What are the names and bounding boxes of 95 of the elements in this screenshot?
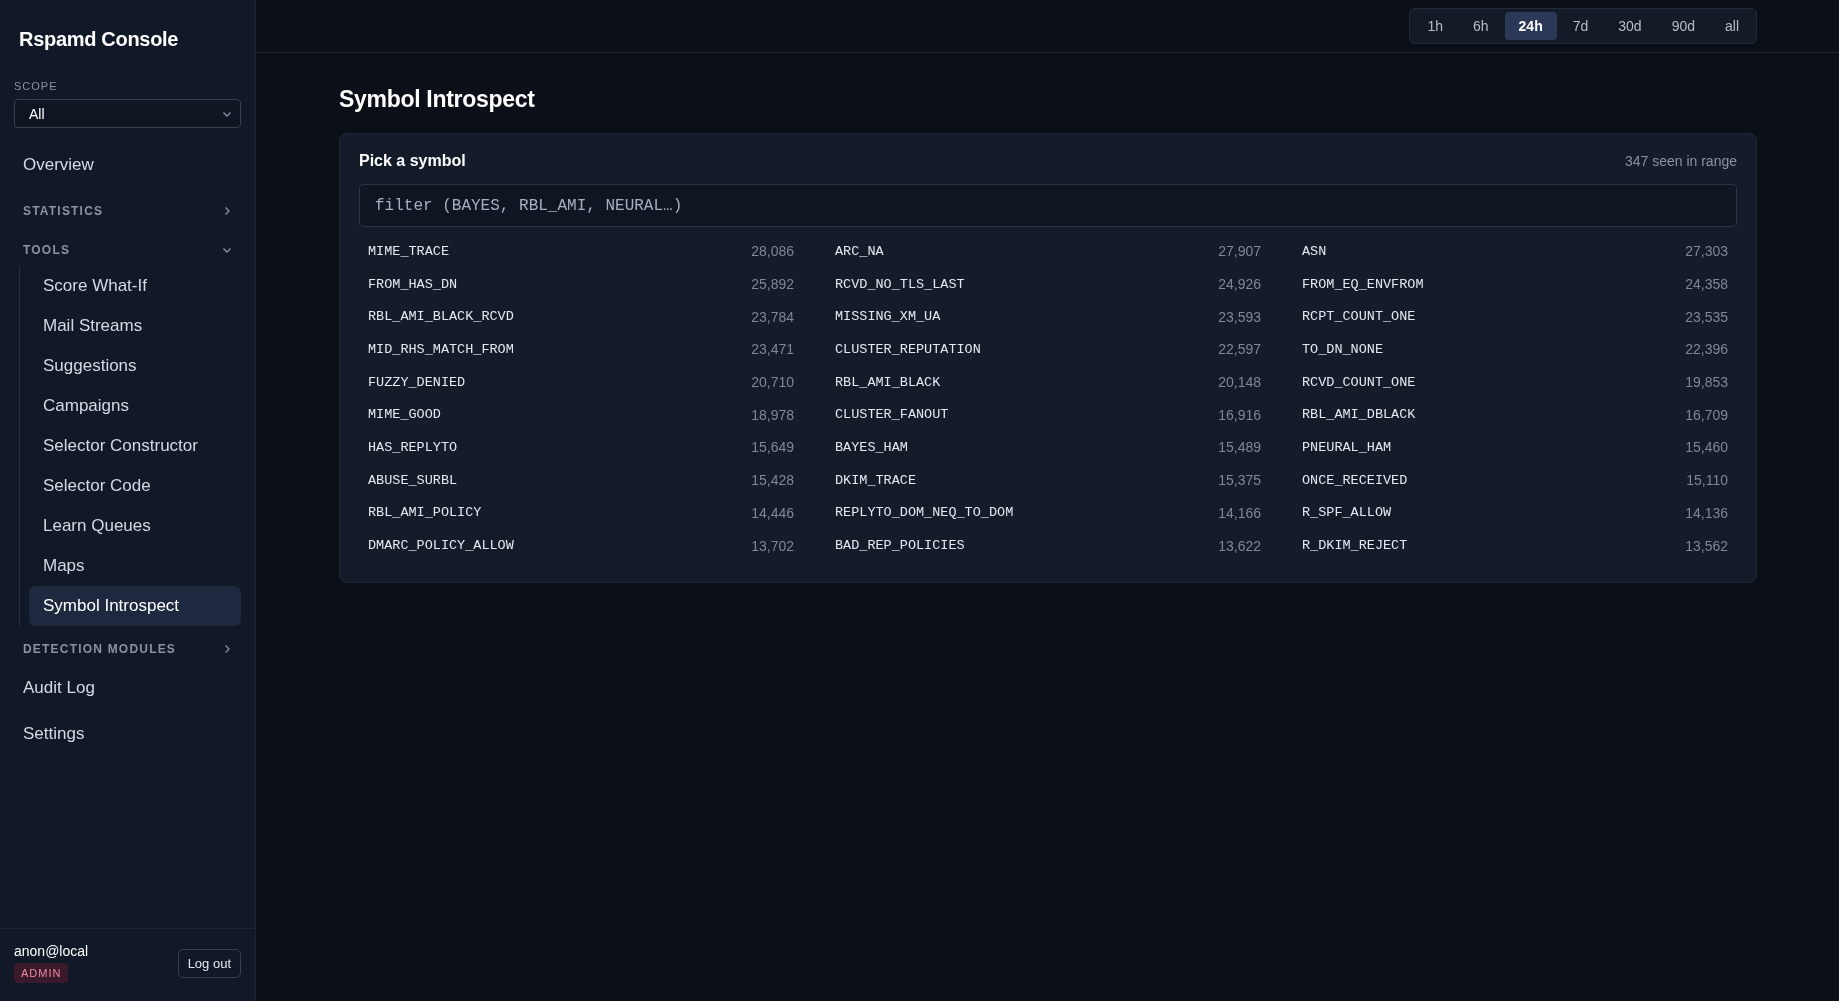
time-range-tab[interactable]: 1h — [1413, 12, 1457, 40]
nav-item[interactable]: Campaigns — [29, 386, 241, 426]
symbol-name[interactable]: PNEURAL_HAM — [1302, 439, 1392, 455]
symbol-hits: 15,110 — [1686, 472, 1728, 489]
symbol-count: 347 seen in range — [1624, 153, 1737, 169]
symbol-name[interactable]: CLUSTER_FANOUT — [835, 407, 949, 423]
symbol-name[interactable]: R_DKIM_REJECT — [1302, 538, 1408, 554]
time-range-tab[interactable]: 7d — [1558, 12, 1603, 40]
symbol-hits: 14,136 — [1685, 504, 1728, 521]
time-range-tab[interactable]: 6h — [1459, 12, 1503, 40]
nav-section-header[interactable]: DETECTION MODULES — [14, 626, 241, 665]
card-title: Pick a symbol — [359, 152, 466, 170]
scope-select[interactable]: All — [14, 99, 241, 128]
filter-field[interactable]: filter (BAYES, RBL_AMI, NEURAL…) — [359, 184, 1737, 227]
nav-item[interactable]: Maps — [29, 546, 241, 586]
symbol-hits: 13,622 — [1218, 537, 1261, 554]
symbol-name[interactable]: ABUSE_SURBL — [368, 472, 458, 488]
symbol-name[interactable]: TO_DN_NONE — [1302, 341, 1383, 357]
symbol-name[interactable]: FROM_EQ_ENVFROM — [1302, 276, 1424, 292]
symbol-name[interactable]: RCVD_NO_TLS_LAST — [835, 276, 965, 292]
symbol-hits: 15,649 — [751, 439, 794, 456]
symbol-hits: 15,460 — [1685, 439, 1728, 456]
symbol-name[interactable]: BAYES_HAM — [835, 439, 908, 455]
symbol-hits: 24,358 — [1685, 276, 1728, 293]
nav-link[interactable]: Audit Log — [14, 668, 241, 708]
symbol-name[interactable]: ASN — [1302, 243, 1327, 259]
symbol-name[interactable]: MIME_GOOD — [368, 407, 441, 423]
symbol-hits: 25,892 — [751, 276, 794, 293]
symbol-hits: 23,593 — [1218, 308, 1261, 325]
symbol-hits: 16,709 — [1685, 406, 1728, 423]
symbol-name[interactable]: ARC_NA — [835, 243, 884, 259]
nav-section-header[interactable]: STATISTICS — [14, 188, 241, 227]
symbol-hits: 20,710 — [751, 374, 794, 391]
symbol-hits: 18,978 — [751, 406, 794, 423]
nav-link[interactable]: Settings — [14, 714, 241, 754]
nav-item[interactable]: Learn Queues — [29, 506, 241, 546]
symbol-name[interactable]: RBL_AMI_DBLACK — [1302, 407, 1416, 423]
symbol-hits: 28,086 — [751, 243, 794, 260]
time-range-tab[interactable]: 90d — [1657, 12, 1709, 40]
role-badge: ADMIN — [14, 963, 69, 983]
symbol-name[interactable]: CLUSTER_REPUTATION — [835, 341, 981, 357]
symbol-hits: 23,471 — [751, 341, 794, 358]
symbol-name[interactable]: REPLYTO_DOM_NEQ_TO_DOM — [835, 505, 1014, 521]
symbol-name[interactable]: DKIM_TRACE — [835, 472, 916, 488]
nav-section-header[interactable]: TOOLS — [14, 227, 241, 266]
symbol-hits: 24,926 — [1218, 276, 1261, 293]
time-range-tab[interactable]: 30d — [1604, 12, 1656, 40]
symbol-name[interactable]: MID_RHS_MATCH_FROM — [368, 341, 514, 357]
nav-item[interactable]: Suggestions — [29, 346, 241, 386]
symbol-hits: 15,375 — [1218, 472, 1261, 489]
nav-item[interactable]: Mail Streams — [29, 306, 241, 346]
chevron-down-icon — [222, 245, 232, 255]
symbol-hits: 16,916 — [1218, 406, 1261, 423]
symbol-hits: 13,562 — [1685, 537, 1728, 554]
symbol-hits: 15,428 — [751, 472, 794, 489]
chevron-right-icon — [222, 644, 232, 654]
symbol-hits: 23,535 — [1685, 308, 1728, 325]
symbol-name[interactable]: RCPT_COUNT_ONE — [1302, 309, 1416, 325]
time-range-tab[interactable]: 24h — [1504, 12, 1557, 40]
symbol-hits: 14,166 — [1218, 504, 1261, 521]
time-range-tab[interactable]: all — [1711, 12, 1753, 40]
user-name: anon@local — [14, 943, 89, 959]
symbol-hits: 13,702 — [751, 537, 794, 554]
chevron-right-icon — [222, 206, 232, 216]
symbol-name[interactable]: MISSING_XM_UA — [835, 309, 941, 325]
symbol-name[interactable]: MIME_TRACE — [368, 243, 449, 259]
symbol-hits: 27,303 — [1685, 243, 1728, 260]
logout-button[interactable]: Log out — [177, 948, 241, 978]
symbol-name[interactable]: FUZZY_DENIED — [368, 374, 466, 390]
symbol-hits: 23,784 — [751, 308, 794, 325]
symbol-name[interactable]: RBL_AMI_BLACK — [835, 374, 941, 390]
symbol-name[interactable]: RBL_AMI_BLACK_RCVD — [368, 309, 514, 325]
symbol-hits: 15,489 — [1218, 439, 1261, 456]
symbol-name[interactable]: DMARC_POLICY_ALLOW — [368, 538, 514, 554]
symbol-hits: 14,446 — [751, 504, 794, 521]
page-title: Symbol Introspect — [339, 86, 536, 113]
symbol-hits: 20,148 — [1218, 374, 1261, 391]
symbol-name[interactable]: FROM_HAS_DN — [368, 276, 458, 292]
symbol-name[interactable]: BAD_REP_POLICIES — [835, 538, 965, 554]
app-title: Rspamd Console — [19, 28, 180, 51]
symbol-hits: 22,396 — [1685, 341, 1728, 358]
nav-item[interactable]: Selector Code — [29, 466, 241, 506]
nav-item[interactable]: Selector Constructor — [29, 426, 241, 466]
nav-item[interactable]: Score What-If — [29, 266, 241, 306]
symbol-name[interactable]: RCVD_COUNT_ONE — [1302, 374, 1416, 390]
symbol-hits: 19,853 — [1685, 374, 1728, 391]
nav-link[interactable]: Overview — [14, 145, 241, 185]
symbol-name[interactable]: HAS_REPLYTO — [368, 439, 458, 455]
symbol-name[interactable]: R_SPF_ALLOW — [1302, 505, 1392, 521]
symbol-hits: 22,597 — [1218, 341, 1261, 358]
symbol-name[interactable]: RBL_AMI_POLICY — [368, 505, 482, 521]
scope-label: SCOPE — [14, 80, 58, 92]
symbol-hits: 27,907 — [1218, 243, 1261, 260]
nav-item[interactable]: Symbol Introspect — [29, 586, 241, 626]
symbol-name[interactable]: ONCE_RECEIVED — [1302, 472, 1408, 488]
